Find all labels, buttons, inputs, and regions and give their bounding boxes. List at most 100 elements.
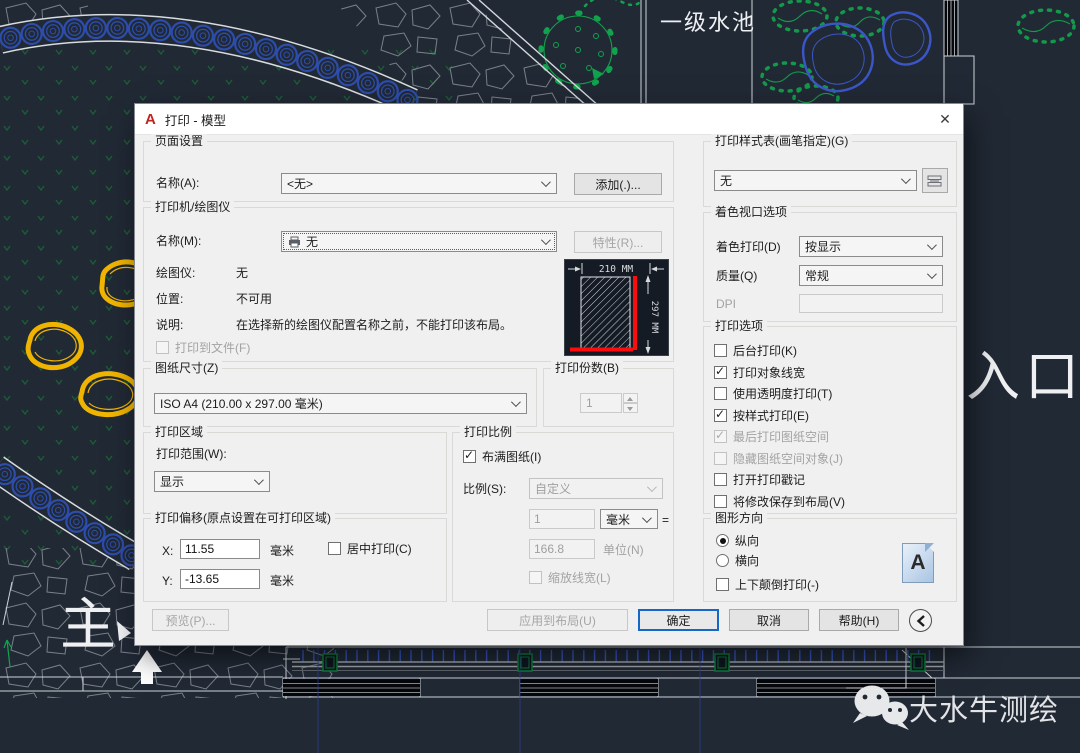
drawing-units-label: 单位(N) bbox=[603, 543, 644, 557]
plot-style-editor-icon bbox=[927, 174, 943, 188]
printer-properties-button[interactable]: 特性(R)... bbox=[574, 231, 662, 253]
plot-option-checkbox[interactable]: ✓打开打印戳记 bbox=[714, 469, 845, 491]
group-plot-offset: 打印偏移(原点设置在可打印区域) X: 11.55 毫米 ✓ 居中打印(C) Y… bbox=[143, 518, 447, 602]
group-shaded-legend: 着色视口选项 bbox=[711, 205, 791, 220]
group-paper-size-legend: 图纸尺寸(Z) bbox=[151, 361, 222, 376]
preview-button[interactable]: 预览(P)... bbox=[152, 609, 229, 631]
offset-y-unit: 毫米 bbox=[270, 574, 294, 588]
landscape-radio[interactable]: 横向 bbox=[716, 552, 759, 569]
chevron-down-icon bbox=[541, 177, 551, 187]
chevron-down-icon bbox=[254, 475, 264, 485]
plot-option-checkbox[interactable]: ✓后台打印(K) bbox=[714, 340, 845, 362]
plot-option-checkbox[interactable]: ✓使用透明度打印(T) bbox=[714, 383, 845, 405]
group-plot-style-table: 打印样式表(画笔指定)(G) 无 bbox=[703, 141, 957, 207]
chevron-down-icon bbox=[927, 240, 937, 250]
quality-combo[interactable]: 常规 bbox=[799, 265, 943, 286]
group-printer: 打印机/绘图仪 名称(M): 无 特性(R)... 绘图仪: 无 位置: 不可用… bbox=[143, 207, 674, 362]
where-label: 位置: bbox=[156, 292, 183, 306]
offset-y-input[interactable]: -13.65 bbox=[180, 569, 260, 589]
add-page-setup-button[interactable]: 添加(.)... bbox=[574, 173, 662, 195]
plot-to-file-checkbox[interactable]: ✓ 打印到文件(F) bbox=[156, 339, 250, 356]
printer-name-label: 名称(M): bbox=[156, 234, 201, 248]
autocad-logo-icon: A bbox=[145, 111, 156, 128]
upside-down-checkbox[interactable]: ✓ 上下颠倒打印(-) bbox=[716, 576, 819, 593]
plot-option-checkbox[interactable]: ✓隐藏图纸空间对象(J) bbox=[714, 448, 845, 470]
plot-option-checkbox[interactable]: ✓最后打印图纸空间 bbox=[714, 426, 845, 448]
scale-lineweights-checkbox[interactable]: ✓ 缩放线宽(L) bbox=[529, 569, 611, 586]
group-plot-area: 打印区域 打印范围(W): 显示 bbox=[143, 432, 447, 514]
page-setup-name-combo[interactable]: <无> bbox=[281, 173, 557, 194]
group-plot-scale-legend: 打印比例 bbox=[460, 425, 516, 440]
printer-name-combo[interactable]: 无 bbox=[281, 231, 557, 252]
portrait-radio[interactable]: 纵向 bbox=[716, 532, 759, 549]
group-copies: 打印份数(B) 1 bbox=[543, 368, 674, 427]
group-plot-offset-legend: 打印偏移(原点设置在可打印区域) bbox=[151, 511, 335, 526]
scale-label: 比例(S): bbox=[463, 482, 506, 496]
ok-button[interactable]: 确定 bbox=[638, 609, 719, 631]
offset-x-unit: 毫米 bbox=[270, 544, 294, 558]
group-page-setup: 页面设置 名称(A): <无> 添加(.)... bbox=[143, 141, 674, 202]
center-plot-checkbox[interactable]: ✓ 居中打印(C) bbox=[328, 540, 412, 557]
paper-size-combo[interactable]: ISO A4 (210.00 x 297.00 毫米) bbox=[154, 393, 527, 414]
dialog-titlebar[interactable]: A 打印 - 模型 ✕ bbox=[135, 104, 963, 135]
offset-x-input[interactable]: 11.55 bbox=[180, 539, 260, 559]
plot-range-combo[interactable]: 显示 bbox=[154, 471, 270, 492]
dialog-title: 打印 - 模型 bbox=[165, 110, 226, 129]
plot-style-combo[interactable]: 无 bbox=[714, 170, 917, 191]
help-button[interactable]: 帮助(H) bbox=[819, 609, 899, 631]
chevron-down-icon bbox=[541, 235, 551, 245]
orientation-paper-icon: A bbox=[902, 543, 934, 583]
paper-preview: 210 MM 297 MM bbox=[564, 259, 669, 356]
spinner-up-icon[interactable] bbox=[623, 393, 638, 403]
scale-combo[interactable]: 自定义 bbox=[529, 478, 663, 499]
offset-x-label: X: bbox=[162, 544, 173, 558]
less-options-button[interactable] bbox=[909, 609, 932, 632]
preview-height-text: 297 MM bbox=[649, 301, 659, 334]
scale-unit-combo[interactable]: 毫米 bbox=[600, 509, 658, 529]
plot-options-list: ✓后台打印(K)✓打印对象线宽✓使用透明度打印(T)✓按样式打印(E)✓最后打印… bbox=[714, 340, 845, 512]
group-plot-options-legend: 打印选项 bbox=[711, 319, 767, 334]
description-label: 说明: bbox=[156, 318, 183, 332]
group-shaded-viewport: 着色视口选项 着色打印(D) 按显示 质量(Q) 常规 DPI bbox=[703, 212, 957, 322]
plot-range-label: 打印范围(W): bbox=[156, 447, 227, 461]
group-plot-area-legend: 打印区域 bbox=[151, 425, 207, 440]
screen: 一级水池 入口 主 大水牛测绘 A 打印 - 模型 ✕ 页面设置 名称(A): … bbox=[0, 0, 1080, 753]
scale-drawing-units-input[interactable]: 166.8 bbox=[529, 539, 595, 559]
group-copies-legend: 打印份数(B) bbox=[551, 361, 623, 376]
page-setup-name-label: 名称(A): bbox=[156, 176, 199, 190]
chevron-down-icon bbox=[642, 513, 652, 523]
plot-option-checkbox[interactable]: ✓打印对象线宽 bbox=[714, 362, 845, 384]
chevron-down-icon bbox=[511, 397, 521, 407]
fit-to-paper-checkbox[interactable]: ✓ 布满图纸(I) bbox=[463, 448, 541, 465]
shade-plot-combo[interactable]: 按显示 bbox=[799, 236, 943, 257]
chevron-down-icon bbox=[927, 269, 937, 279]
shade-plot-label: 着色打印(D) bbox=[716, 240, 781, 254]
scale-paper-units-input[interactable]: 1 bbox=[529, 509, 595, 529]
plot-dialog: A 打印 - 模型 ✕ 页面设置 名称(A): <无> 添加(.)... 打印机… bbox=[135, 104, 963, 645]
where-value: 不可用 bbox=[236, 292, 272, 306]
apply-to-layout-button[interactable]: 应用到布局(U) bbox=[487, 609, 628, 631]
copies-value[interactable]: 1 bbox=[580, 393, 622, 413]
printer-icon bbox=[287, 236, 302, 248]
chevron-down-icon bbox=[647, 482, 657, 492]
dpi-input[interactable] bbox=[799, 294, 943, 313]
description-value: 在选择新的绘图仪配置名称之前，不能打印该布局。 bbox=[236, 318, 512, 332]
edit-plot-style-button[interactable] bbox=[922, 168, 948, 193]
group-plot-style-legend: 打印样式表(画笔指定)(G) bbox=[711, 134, 852, 149]
plot-option-checkbox[interactable]: ✓按样式打印(E) bbox=[714, 405, 845, 427]
plotter-value: 无 bbox=[236, 266, 248, 280]
plotter-label: 绘图仪: bbox=[156, 266, 195, 280]
equals-sign: = bbox=[662, 513, 669, 527]
spinner-down-icon[interactable] bbox=[623, 403, 638, 413]
dpi-label: DPI bbox=[716, 297, 736, 311]
group-orientation: 图形方向 纵向 横向 ✓ 上下颠倒打印(-) A bbox=[703, 518, 957, 602]
offset-y-label: Y: bbox=[162, 574, 173, 588]
cancel-button[interactable]: 取消 bbox=[729, 609, 809, 631]
preview-width-text: 210 MM bbox=[599, 264, 634, 275]
quality-label: 质量(Q) bbox=[716, 269, 757, 283]
group-plot-scale: 打印比例 ✓ 布满图纸(I) 比例(S): 自定义 1 毫米 = 166.8 单… bbox=[452, 432, 674, 602]
group-orientation-legend: 图形方向 bbox=[711, 511, 767, 526]
close-icon[interactable]: ✕ bbox=[927, 111, 963, 128]
plot-option-checkbox[interactable]: ✓将修改保存到布局(V) bbox=[714, 491, 845, 513]
copies-spinner[interactable]: 1 bbox=[580, 393, 638, 413]
